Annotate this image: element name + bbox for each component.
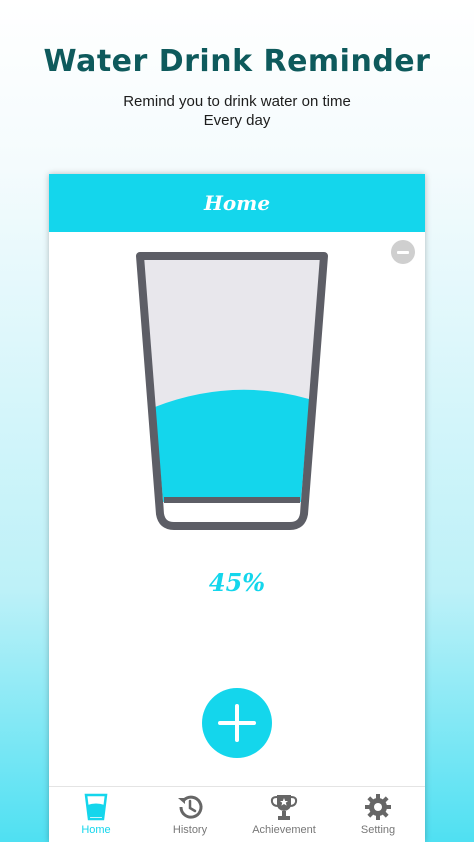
remove-drink-button[interactable] [391,240,415,264]
page-title: Home [203,191,271,215]
nav-label-setting: Setting [360,824,396,836]
plus-icon [218,704,256,742]
nav-item-history[interactable]: History [143,787,237,842]
minus-icon [397,250,409,254]
nav-item-setting[interactable]: Setting [331,787,425,842]
nav-item-home[interactable]: Home [49,787,143,842]
bottom-nav: Home History Achievement Setting [49,786,425,842]
glass-base [164,502,300,512]
glass-icon [84,793,108,821]
water-glass [136,252,328,530]
promo-subtitle: Remind you to drink water on time Every … [0,92,474,130]
add-drink-button[interactable] [202,688,272,758]
nav-label-history: History [172,824,208,836]
promo-subtitle-line1: Remind you to drink water on time [123,93,351,110]
nav-item-achievement[interactable]: Achievement [237,787,331,842]
gear-icon [365,794,391,820]
history-icon [178,795,203,819]
nav-label-achievement: Achievement [252,824,316,836]
trophy-icon [270,795,298,820]
phone-screen: Home 45% Home History Achievement Settin… [49,174,425,842]
progress-percent: 45% [208,568,266,597]
app-bar: Home [49,174,425,232]
water-fill [154,389,310,502]
nav-label-home: Home [81,824,111,836]
promo-title: Water Drink Reminder [43,44,431,79]
promo-subtitle-line2: Every day [203,112,271,129]
